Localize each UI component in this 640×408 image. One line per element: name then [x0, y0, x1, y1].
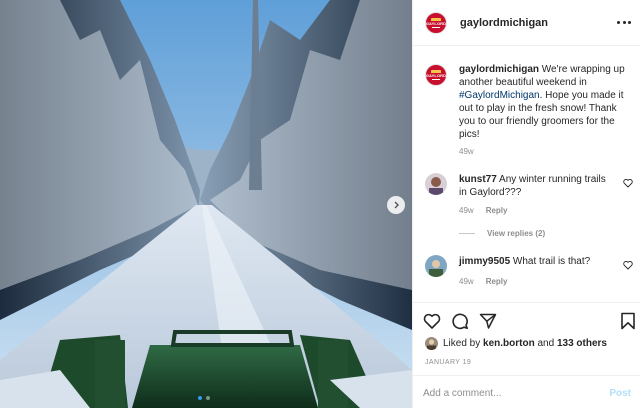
comment-body: What trail is that? [510, 256, 591, 267]
bookmark-icon[interactable] [619, 312, 637, 330]
post-comment-button[interactable]: Post [609, 388, 631, 399]
user-photo-icon [425, 255, 447, 277]
caption-text: gaylordmichigan We're wrapping up anothe… [459, 63, 635, 141]
comment-input[interactable] [423, 384, 593, 402]
instagram-post: GAYLORD gaylordmichigan GAYLORD gaylordm… [0, 0, 640, 408]
comments-section[interactable]: GAYLORD gaylordmichigan We're wrapping u… [413, 47, 640, 302]
liked-by-prefix: Liked by [443, 338, 481, 349]
view-replies-button[interactable]: View replies (2) [459, 229, 545, 238]
likes-summary: Liked by ken.borton and 133 others [425, 337, 607, 350]
comment-meta: 49w Reply [459, 206, 507, 215]
logo-underline [432, 26, 440, 28]
view-replies-label: View replies (2) [487, 229, 546, 238]
logo-wordmark: GAYLORD [425, 20, 447, 26]
account-avatar[interactable]: GAYLORD [425, 11, 447, 34]
more-options-icon[interactable] [617, 16, 631, 28]
comment-age[interactable]: 49w [459, 277, 474, 286]
replies-divider [459, 233, 475, 234]
heart-icon[interactable] [423, 312, 441, 330]
post-date[interactable]: JANUARY 19 [425, 359, 471, 366]
action-bar [423, 312, 635, 332]
caption-age[interactable]: 49w [459, 147, 474, 156]
post-actions: Liked by ken.borton and 133 others JANUA… [413, 302, 640, 374]
caption-hashtag[interactable]: #GaylordMichigan [459, 90, 540, 101]
comment-text: kunst77 Any winter running trails in Gay… [459, 173, 609, 199]
snowy-trail-photo [0, 0, 412, 408]
chevron-right-icon [394, 201, 399, 209]
liked-by-user[interactable]: ken.borton [483, 338, 535, 349]
heart-icon[interactable] [623, 260, 633, 270]
liked-by-middle: and [537, 338, 555, 349]
comment-username[interactable]: jimmy9505 [459, 256, 510, 267]
next-slide-button[interactable] [387, 196, 405, 214]
carousel-dot [206, 396, 210, 400]
post-side-panel: GAYLORD gaylordmichigan GAYLORD gaylordm… [412, 0, 640, 408]
carousel-indicator [198, 396, 210, 400]
account-username[interactable]: gaylordmichigan [460, 17, 548, 29]
add-comment-bar: Post [413, 375, 640, 408]
commenter-avatar[interactable] [425, 173, 447, 195]
comment-meta: 49w Reply [459, 277, 507, 286]
logo-wordmark: GAYLORD [425, 73, 447, 78]
caption-avatar[interactable]: GAYLORD [425, 64, 447, 86]
carousel-dot-active [198, 396, 202, 400]
heart-icon[interactable] [623, 178, 633, 188]
reply-button[interactable]: Reply [486, 277, 508, 286]
comment-icon[interactable] [451, 312, 469, 330]
comment-age[interactable]: 49w [459, 206, 474, 215]
comment-text: jimmy9505 What trail is that? [459, 255, 609, 268]
user-photo-icon [425, 173, 447, 195]
logo-underline [432, 79, 440, 80]
likes-count[interactable]: 133 others [557, 338, 607, 349]
share-icon[interactable] [479, 312, 497, 330]
commenter-avatar[interactable] [425, 255, 447, 277]
caption-username[interactable]: gaylordmichigan [459, 64, 539, 75]
comment-username[interactable]: kunst77 [459, 174, 497, 185]
post-header: GAYLORD gaylordmichigan [413, 0, 640, 46]
liker-avatar[interactable] [425, 337, 438, 350]
reply-button[interactable]: Reply [486, 206, 508, 215]
post-photo[interactable] [0, 0, 412, 408]
user-photo-icon [425, 337, 438, 350]
